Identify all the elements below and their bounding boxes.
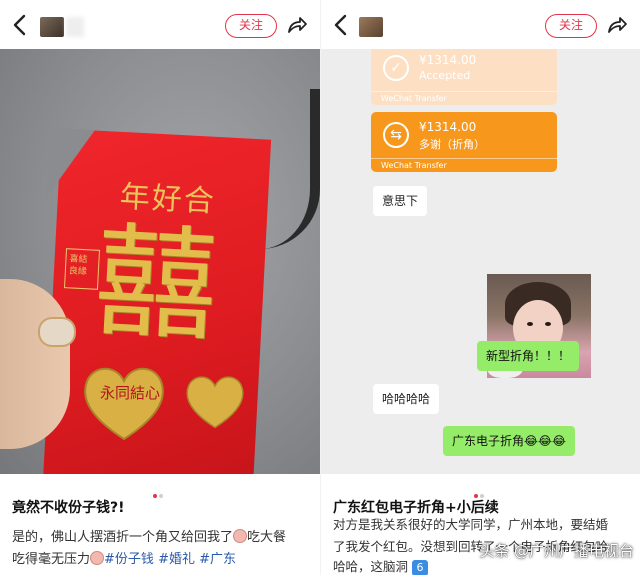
transfer-card-sent[interactable]: ⇆ ¥1314.00 多谢（折角） WeChat Transfer (371, 112, 557, 172)
transfer-amount: ¥1314.00 (419, 53, 477, 67)
red-envelope-photo: 年好合 囍 喜結良緣 永同結心 (0, 49, 320, 474)
wechat-chat-screenshot: ✓ ¥1314.00 Accepted WeChat Transfer ⇆ ¥1… (321, 49, 640, 474)
back-arrow-icon[interactable] (10, 13, 30, 37)
screenshot-pair: 关注 年好合 囍 喜結良緣 永同結心 竟然不收份子钱?! 是的，佛山人摆酒折一个… (0, 0, 640, 575)
fingernail-shape (38, 317, 76, 347)
laugh-emoji-icon: 😂😂😂 (524, 434, 567, 448)
username-blurred (66, 17, 84, 37)
carousel-dots (473, 483, 485, 498)
share-icon[interactable] (606, 14, 628, 36)
transfer-footer: WeChat Transfer (371, 158, 557, 172)
number-badge-icon: 6 (412, 560, 428, 575)
right-post: 关注 ✓ ¥1314.00 Accepted WeChat Transfer ⇆… (320, 0, 640, 575)
transfer-status: Accepted (419, 69, 471, 82)
eye-shape (545, 322, 551, 326)
transfer-footer: WeChat Transfer (371, 91, 557, 105)
hashtag[interactable]: #份子钱 (104, 552, 154, 567)
post-body-line2: 吃得毫无压力 #份子钱 #婚礼 #广东 (12, 548, 236, 567)
post-body-line3: 哈哈，这脑洞 6 (333, 556, 428, 575)
transfer-arrows-icon: ⇆ (383, 122, 409, 148)
watermark: 头条 @广州广播电视台 (479, 542, 634, 560)
folded-corner (46, 127, 95, 201)
transfer-amount: ¥1314.00 (419, 120, 477, 134)
double-happiness-char: 囍 (91, 209, 221, 359)
post-title: 竟然不收份子钱?! (12, 500, 125, 516)
transfer-note: 多谢（折角） (419, 138, 485, 151)
avatar[interactable] (40, 17, 64, 37)
message-text: 广东电子折角 (452, 434, 525, 448)
chat-message-left: 哈哈哈哈 (373, 384, 440, 414)
eye-shape (527, 322, 533, 326)
carousel-dot (159, 494, 163, 498)
share-icon[interactable] (286, 14, 308, 36)
face-emoji-icon (90, 551, 105, 565)
body-text: 吃得毫无压力 (12, 552, 91, 567)
chat-message-right: 广东电子折角😂😂😂 (443, 426, 576, 456)
hashtag[interactable]: #婚礼 (158, 552, 195, 567)
body-text: 哈哈，这脑洞 (333, 559, 409, 574)
check-icon: ✓ (383, 55, 409, 81)
body-text-tail: 吃大餐 (247, 530, 287, 545)
face-emoji-icon (233, 529, 248, 543)
avatar[interactable] (359, 17, 383, 37)
chat-message-left: 意思下 (373, 186, 428, 216)
post-header: 关注 (0, 0, 320, 50)
left-post: 关注 年好合 囍 喜結良緣 永同結心 竟然不收份子钱?! 是的，佛山人摆酒折一个… (0, 0, 320, 575)
hashtag[interactable]: #广东 (199, 552, 236, 567)
heart-text: 永同結心 (100, 384, 161, 402)
post-body-line1: 对方是我关系很好的大学同学，广州本地，要结婚 (333, 517, 609, 532)
body-text: 是的，佛山人摆酒折一个角又给回我了 (12, 530, 234, 545)
post-header: 关注 (321, 0, 640, 50)
chat-message-right: 新型折角！！！ (477, 341, 580, 371)
follow-button[interactable]: 关注 (225, 14, 277, 38)
carousel-dots (152, 483, 164, 498)
post-body-line1: 是的，佛山人摆酒折一个角又给回我了 吃大餐 (12, 526, 286, 545)
follow-button[interactable]: 关注 (545, 14, 597, 38)
carousel-dot-active (153, 494, 157, 498)
back-arrow-icon[interactable] (331, 13, 351, 37)
envelope-stamp: 喜結良緣 (63, 248, 101, 290)
small-heart-icon (182, 371, 248, 431)
transfer-card-accepted: ✓ ¥1314.00 Accepted WeChat Transfer (371, 49, 557, 105)
